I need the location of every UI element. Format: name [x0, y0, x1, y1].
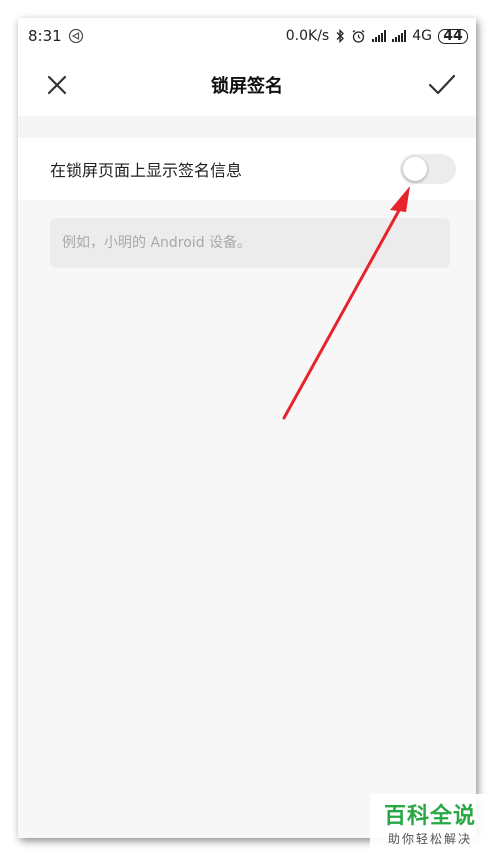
network-type: 4G: [412, 28, 432, 44]
battery-level: 44: [443, 28, 463, 44]
show-signature-label: 在锁屏页面上显示签名信息: [50, 161, 243, 180]
top-bar: 锁屏签名: [18, 54, 476, 116]
status-time: 8:31: [28, 27, 62, 45]
section-divider: [18, 116, 476, 138]
status-bar-right: 0.0K/s 4G 44: [286, 28, 468, 44]
bluetooth-icon: [336, 29, 345, 43]
signal-icon: [372, 30, 387, 42]
close-icon[interactable]: [42, 70, 72, 100]
signal-icon: [392, 30, 407, 42]
alarm-icon: [352, 29, 365, 43]
navigation-icon: [68, 28, 83, 44]
battery-icon: 44: [438, 28, 468, 44]
status-bar-left: 8:31: [28, 27, 84, 45]
watermark-sub-text: 助你轻松解决: [387, 831, 472, 846]
status-bar: 8:31 0.0K/s 4G 44: [18, 18, 476, 54]
signature-input[interactable]: [50, 218, 450, 268]
toggle-knob: [403, 157, 427, 181]
watermark-main-text: 百科全说: [383, 803, 476, 829]
page-title: 锁屏签名: [211, 76, 283, 97]
show-signature-row[interactable]: 在锁屏页面上显示签名信息: [18, 138, 476, 200]
watermark-logo: 百科全说 助你轻松解决: [370, 794, 490, 850]
check-icon[interactable]: [426, 70, 458, 100]
show-signature-toggle[interactable]: [400, 154, 456, 184]
phone-screen: 8:31 0.0K/s 4G 44 锁屏签名 在锁屏页面上显示签名信息 例如，小…: [18, 18, 476, 838]
network-speed: 0.0K/s: [285, 28, 330, 44]
